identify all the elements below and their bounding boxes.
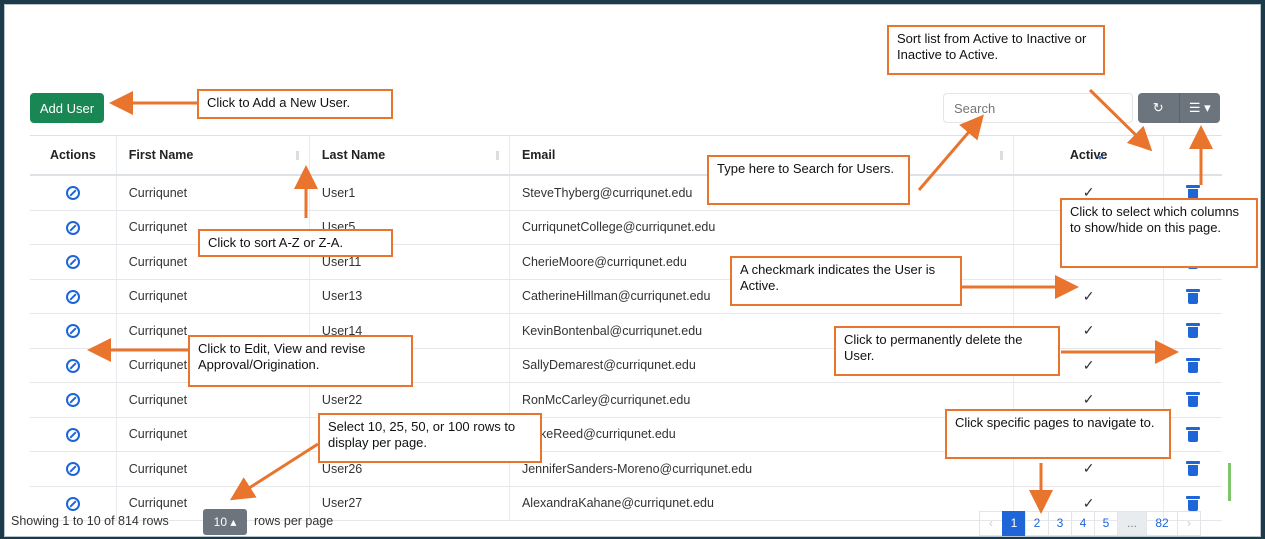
callout-search: Type here to Search for Users. <box>707 155 910 205</box>
callout-edit: Click to Edit, View and revise Approval/… <box>188 335 413 387</box>
callout-rows-per-page: Select 10, 25, 50, or 100 rows to displa… <box>318 413 542 463</box>
callout-delete: Click to permanently delete the User. <box>834 326 1060 376</box>
callout-pages: Click specific pages to navigate to. <box>945 409 1171 459</box>
app-frame: Add User ↻ ☰ ▾ Actions First Name Last N… <box>4 4 1261 537</box>
arrow-search <box>917 114 984 191</box>
arrow-active-sort <box>1088 88 1153 152</box>
arrow-rows <box>229 442 319 501</box>
callout-sort: Click to sort A-Z or Z-A. <box>198 229 393 257</box>
callout-add-user: Click to Add a New User. <box>197 89 393 119</box>
callout-sort-active: Sort list from Active to Inactive or Ina… <box>887 25 1105 75</box>
callout-columns: Click to select which columns to show/hi… <box>1060 198 1258 268</box>
callout-checkmark: A checkmark indicates the User is Active… <box>730 256 962 306</box>
